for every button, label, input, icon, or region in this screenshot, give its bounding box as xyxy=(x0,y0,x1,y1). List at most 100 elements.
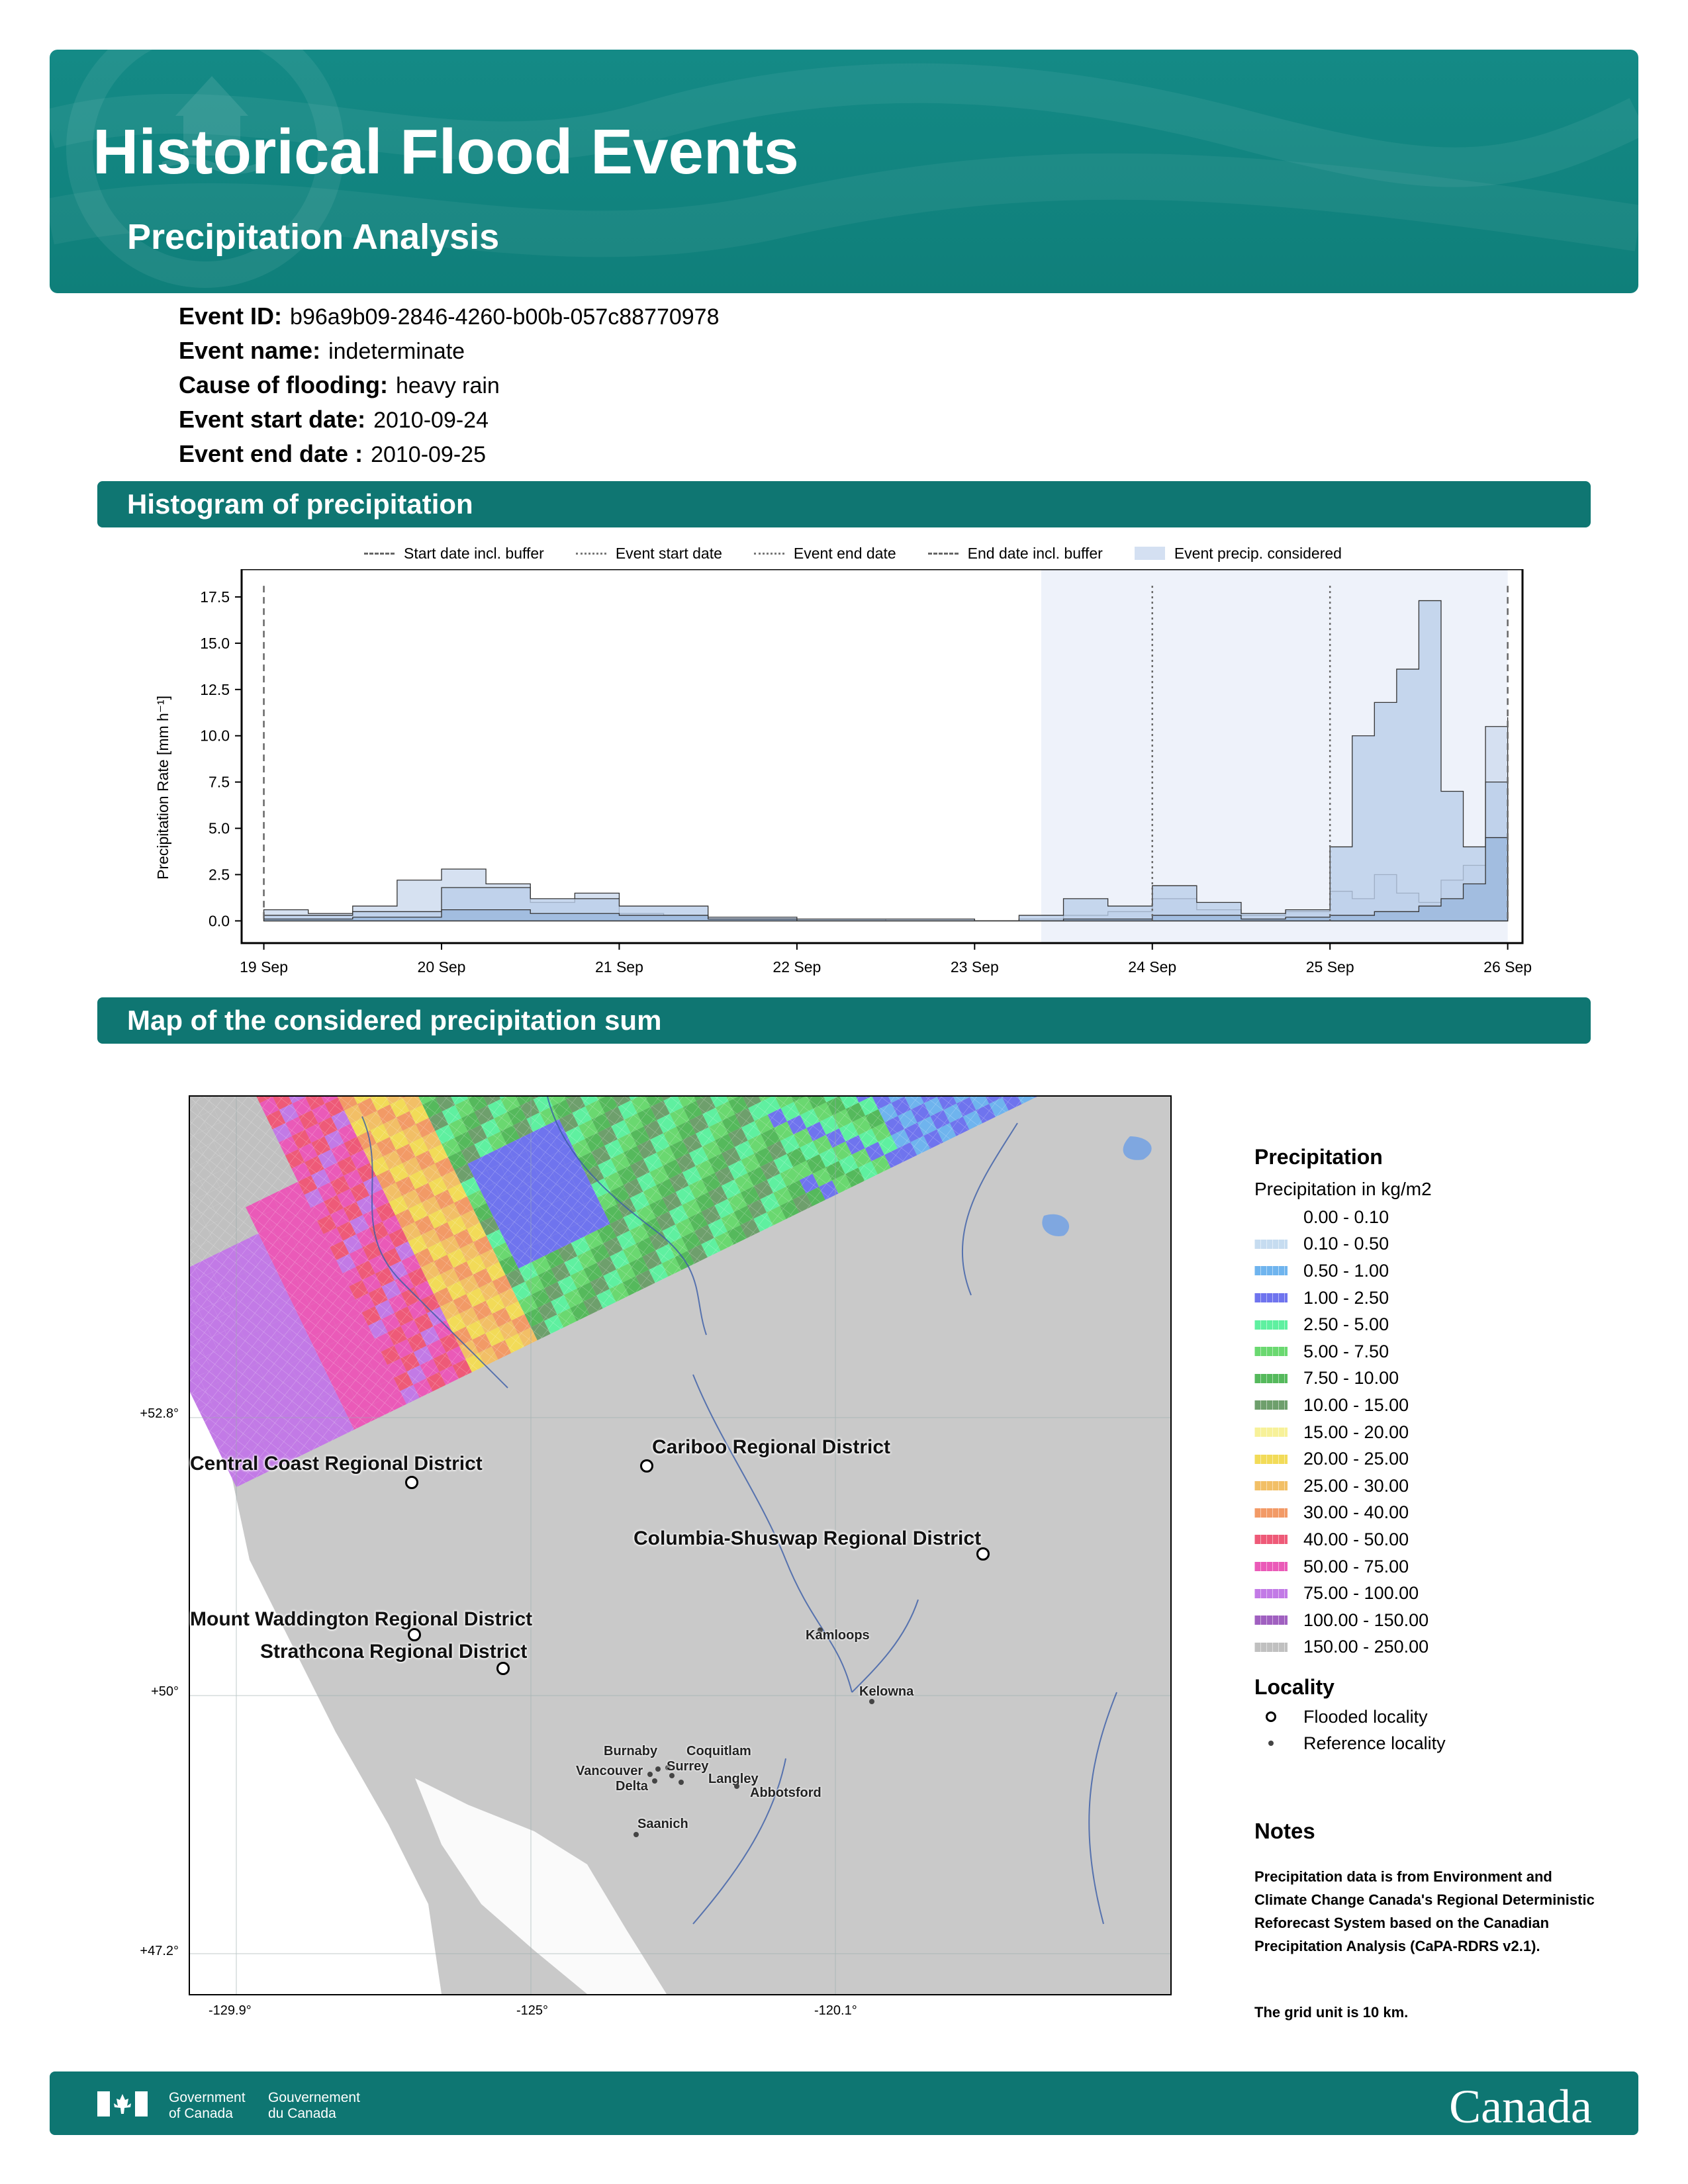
start-date-label: Event start date: xyxy=(179,406,366,433)
flooded-locality-label: Cariboo Regional District xyxy=(652,1436,891,1458)
precip-bin: 0.10 - 0.50 xyxy=(1254,1231,1599,1258)
histogram-section-title: Histogram of precipitation xyxy=(127,488,473,520)
precip-bin-label: 40.00 - 50.00 xyxy=(1303,1529,1409,1549)
event-name-label: Event name: xyxy=(179,337,321,364)
map-legend: Precipitation Precipitation in kg/m2 0.0… xyxy=(1254,1145,1599,1756)
precip-bin: 100.00 - 150.00 xyxy=(1254,1607,1599,1634)
precipitation-map: +52.8° +50° +47.2° -129.9° -125° -120.1°… xyxy=(140,1095,1172,2018)
precip-bin: 0.00 - 0.10 xyxy=(1254,1204,1599,1231)
precip-bin: 40.00 - 50.00 xyxy=(1254,1526,1599,1553)
color-swatch xyxy=(1254,1212,1288,1222)
color-swatch xyxy=(1254,1562,1288,1572)
precip-bin: 50.00 - 75.00 xyxy=(1254,1553,1599,1580)
reference-locality-label: Abbotsford xyxy=(750,1786,821,1800)
chart-legend: Start date incl. buffer Event start date… xyxy=(364,541,1374,565)
precip-bin-label: 50.00 - 75.00 xyxy=(1303,1556,1409,1576)
precip-bin: 15.00 - 20.00 xyxy=(1254,1419,1599,1446)
color-swatch xyxy=(1254,1508,1288,1518)
precip-bin-label: 30.00 - 40.00 xyxy=(1303,1502,1409,1523)
precip-bin-label: 75.00 - 100.00 xyxy=(1303,1583,1419,1604)
lon-label: -120.1° xyxy=(814,2003,857,2018)
x-tick-label: 20 Sep xyxy=(418,958,466,976)
y-tick-label: 17.5 xyxy=(200,588,230,606)
legend-start-buffer: Start date incl. buffer xyxy=(364,545,544,563)
map-section-header: Map of the considered precipitation sum xyxy=(97,997,1591,1044)
reference-marker xyxy=(652,1778,657,1784)
color-swatch xyxy=(1254,1373,1288,1383)
y-tick-label: 12.5 xyxy=(200,681,230,698)
start-date-row: Event start date: 2010-09-24 xyxy=(179,402,720,437)
precip-bin-label: 5.00 - 7.50 xyxy=(1303,1341,1389,1361)
x-tick-label: 21 Sep xyxy=(595,958,643,976)
histogram-section-header: Histogram of precipitation xyxy=(97,481,1591,527)
precip-bin-label: 150.00 - 250.00 xyxy=(1303,1637,1429,1657)
dashed-line-icon xyxy=(364,552,395,555)
lat-label: +50° xyxy=(151,1684,179,1699)
precip-bin: 1.00 - 2.50 xyxy=(1254,1285,1599,1312)
notes-text: Precipitation data is from Environment a… xyxy=(1254,1868,1595,1954)
flooded-locality-label: Columbia-Shuswap Regional District xyxy=(633,1527,982,1549)
reference-locality-label: Delta xyxy=(616,1779,648,1794)
end-date-label: Event end date : xyxy=(179,440,363,467)
map-section-title: Map of the considered precipitation sum xyxy=(127,1005,662,1036)
y-tick-label: 2.5 xyxy=(209,866,230,884)
precip-bin-label: 2.50 - 5.00 xyxy=(1303,1314,1389,1335)
color-swatch xyxy=(1254,1615,1288,1625)
page-subtitle: Precipitation Analysis xyxy=(127,217,500,257)
precip-bin-label: 1.00 - 2.50 xyxy=(1303,1287,1389,1308)
event-id-row: Event ID: b96a9b09-2846-4260-b00b-057c887… xyxy=(179,299,720,334)
color-swatch xyxy=(1254,1642,1288,1652)
precip-legend-title: Precipitation xyxy=(1254,1145,1383,1169)
precip-bin: 2.50 - 5.00 xyxy=(1254,1311,1599,1338)
lon-label: -125° xyxy=(516,2003,549,2018)
flooded-marker xyxy=(496,1662,510,1675)
gov-fr-line1: Gouvernement xyxy=(268,2090,360,2105)
legend-event-start: Event start date xyxy=(575,544,722,563)
legend-event-end-label: Event end date xyxy=(793,544,896,562)
precip-bin: 30.00 - 40.00 xyxy=(1254,1500,1599,1527)
precip-bin-label: 10.00 - 15.00 xyxy=(1303,1394,1409,1415)
lat-label: +47.2° xyxy=(140,1944,179,1958)
end-date-row: Event end date : 2010-09-25 xyxy=(179,437,720,471)
header-banner: Historical Flood Events Precipitation An… xyxy=(50,50,1638,293)
legend-end-buffer: End date incl. buffer xyxy=(927,545,1103,563)
color-swatch xyxy=(1254,1239,1288,1249)
precip-bin-label: 100.00 - 150.00 xyxy=(1303,1610,1429,1630)
y-tick-label: 7.5 xyxy=(209,774,230,791)
color-swatch xyxy=(1254,1535,1288,1545)
legend-flooded: Flooded locality xyxy=(1254,1704,1599,1730)
cause-value: heavy rain xyxy=(395,373,500,398)
x-tick-label: 25 Sep xyxy=(1306,958,1354,976)
legend-event-start-label: Event start date xyxy=(615,544,722,562)
canada-wordmark: Canada xyxy=(1449,2080,1592,2133)
canada-flag-icon xyxy=(97,2091,148,2116)
reference-marker xyxy=(633,1832,639,1837)
precip-bin: 75.00 - 100.00 xyxy=(1254,1580,1599,1607)
dotted-line-icon xyxy=(753,552,784,555)
precip-bin: 7.50 - 10.00 xyxy=(1254,1365,1599,1392)
reference-marker xyxy=(679,1780,684,1785)
reference-locality-label: Langley xyxy=(708,1772,759,1786)
color-swatch xyxy=(1254,1320,1288,1330)
reference-marker xyxy=(869,1699,874,1704)
x-tick-label: 26 Sep xyxy=(1483,958,1532,976)
flooded-locality-label: Mount Waddington Regional District xyxy=(190,1608,533,1630)
cause-row: Cause of flooding: heavy rain xyxy=(179,368,720,402)
notes-grid-unit: The grid unit is 10 km. xyxy=(1254,2004,1409,2021)
legend-considered-label: Event precip. considered xyxy=(1174,544,1342,562)
lon-label: -129.9° xyxy=(209,2003,252,2018)
x-tick-label: 23 Sep xyxy=(951,958,999,976)
footer: Government of Canada Gouvernement du Canad… xyxy=(50,2071,1638,2135)
legend-reference-label: Reference locality xyxy=(1303,1733,1446,1753)
locality-legend-title: Locality xyxy=(1254,1675,1335,1700)
precip-legend-subtitle: Precipitation in kg/m2 xyxy=(1254,1179,1432,1199)
event-id-label: Event ID: xyxy=(179,302,283,330)
y-tick-label: 10.0 xyxy=(200,727,230,745)
flooded-marker xyxy=(640,1459,653,1473)
y-tick-label: 5.0 xyxy=(209,820,230,837)
precipitation-histogram: Precipitation Rate [mm h⁻¹] 0.0 2.5 5.0 7.5… xyxy=(139,568,1562,993)
gov-fr: Gouvernement du Canada xyxy=(268,2090,360,2122)
reference-locality-label: Kelowna xyxy=(859,1684,914,1699)
event-name-value: indeterminate xyxy=(328,339,465,364)
flooded-marker xyxy=(405,1476,418,1489)
